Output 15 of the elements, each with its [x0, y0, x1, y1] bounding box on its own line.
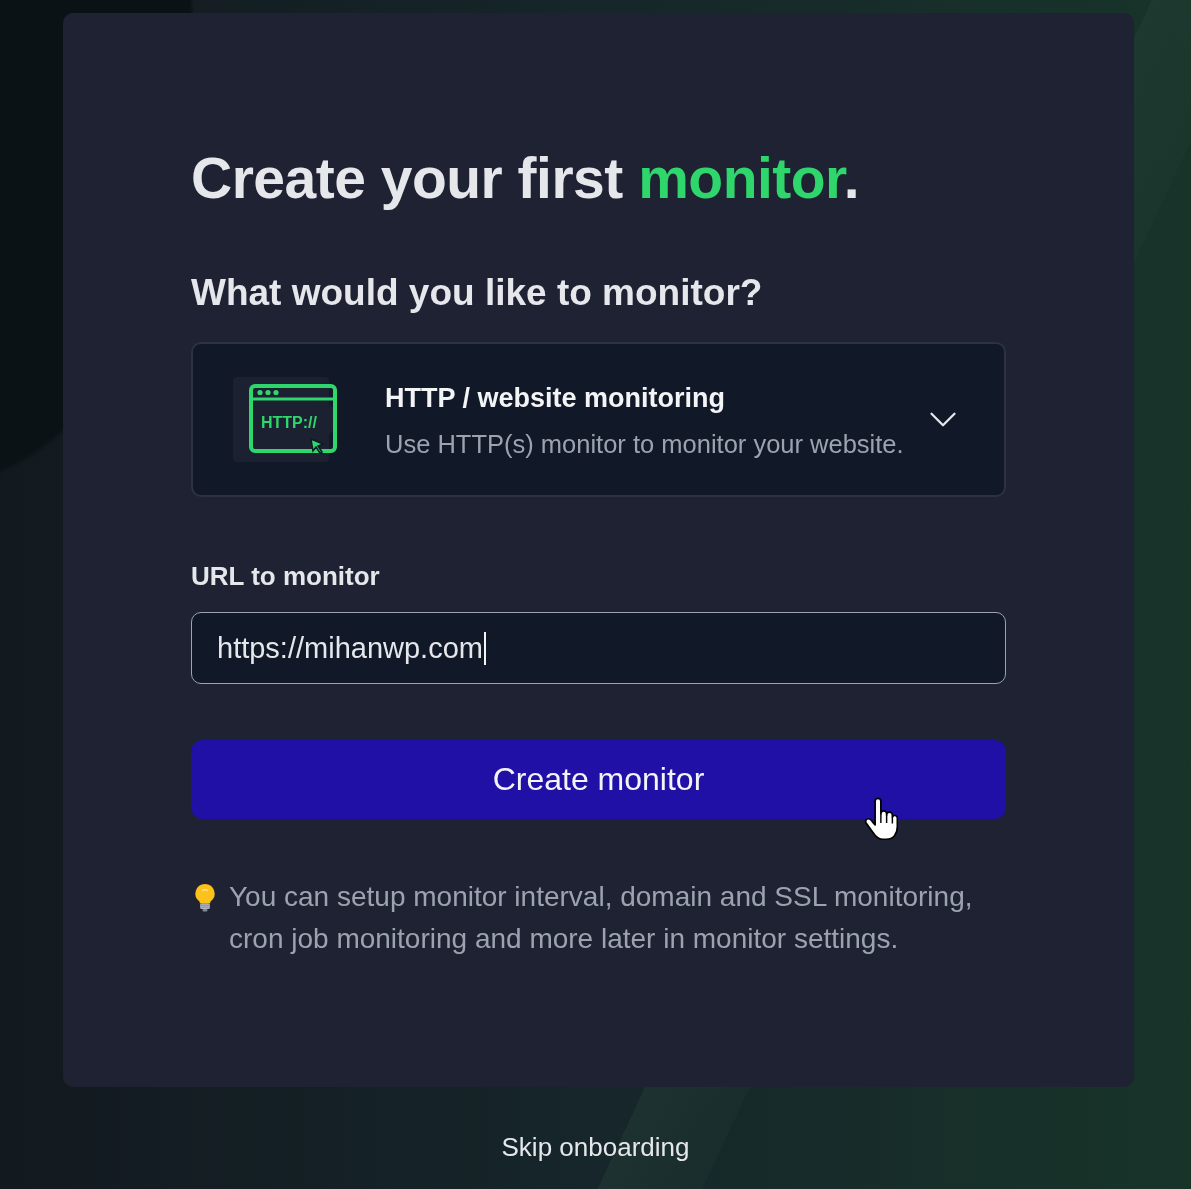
- tip-text: You can setup monitor interval, domain and SSL monitoring, cron job monitoring and more later in monitor settings.: [229, 880, 974, 956]
- lightbulb-icon: [193, 883, 217, 912]
- hand-pointer-icon: [864, 796, 898, 842]
- option-title: HTTP / website monitoring: [385, 381, 726, 415]
- section-question: What would you like to monitor?: [191, 271, 764, 315]
- option-description: Use HTTP(s) monitor to monitor your website.: [385, 428, 904, 459]
- field-label: URL to monitor: [191, 560, 380, 592]
- url-input-field[interactable]: https://mihanwp.com: [191, 612, 1006, 684]
- monitor-type-select[interactable]: HTTP:// HTTP / website monitoring Use HTTP(s) monitor to monitor your website.: [191, 342, 1006, 497]
- skip-onboarding-link[interactable]: Skip onboarding: [501, 1132, 690, 1162]
- page-title: Create your first monitor.: [191, 145, 860, 212]
- browser-window-icon: [233, 377, 337, 462]
- text-cursor-icon: [483, 631, 486, 665]
- create-monitor-button[interactable]: Create monitor: [191, 740, 1006, 819]
- http-label: HTTP://: [261, 413, 317, 433]
